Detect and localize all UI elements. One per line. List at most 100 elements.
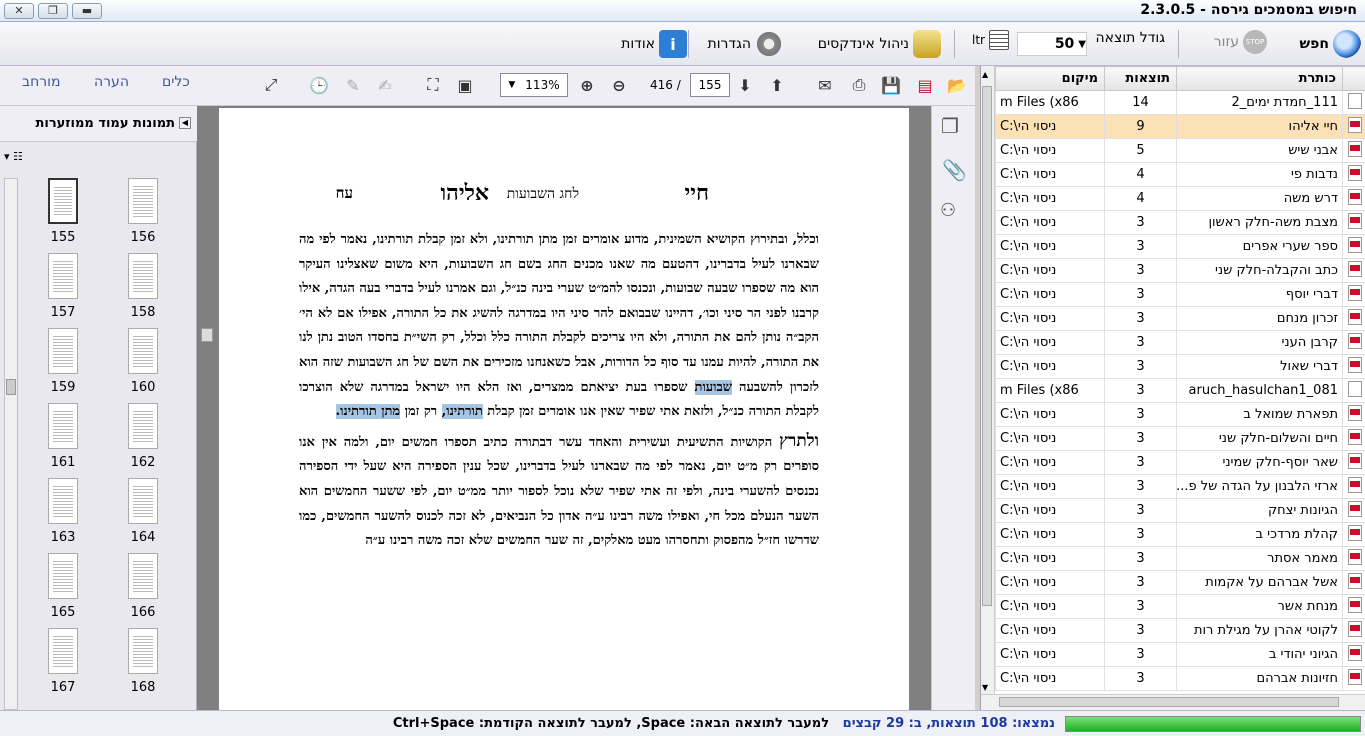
- result-row[interactable]: זכרון מנחם 3 C:\ניסוי הי: [995, 306, 1365, 331]
- result-row[interactable]: תפארת שמואל ב 3 C:\ניסוי הי: [995, 402, 1365, 427]
- ltr-button[interactable]: ltr: [972, 30, 1009, 50]
- index-management-button[interactable]: ניהול אינדקסים: [818, 30, 941, 58]
- page-thumbnail[interactable]: [48, 478, 78, 524]
- result-row[interactable]: חזיונות אברהם 3 C:\ניסוי הי: [995, 666, 1365, 691]
- page-thumbnail[interactable]: [128, 328, 158, 374]
- column-header-count[interactable]: תוצאות: [1104, 66, 1177, 91]
- thumbnails-scrollbar[interactable]: [4, 178, 18, 710]
- page-thumbnail[interactable]: [48, 253, 78, 299]
- result-row[interactable]: חיים והשלום-חלק שני 3 C:\ניסוי הי: [995, 426, 1365, 451]
- result-row[interactable]: מנחת אשר 3 C:\ניסוי הי: [995, 594, 1365, 619]
- minimize-button[interactable]: ▬: [72, 2, 102, 19]
- result-row[interactable]: דברי יוסף 3 C:\ניסוי הי: [995, 282, 1365, 307]
- collapse-panel-icon[interactable]: ◀: [179, 117, 191, 129]
- attachments-button[interactable]: 📎: [942, 158, 967, 182]
- next-page-button[interactable]: ⬇: [732, 72, 758, 98]
- splitter-handle[interactable]: [201, 328, 213, 342]
- result-type-cell: [1342, 498, 1365, 523]
- zoom-out-button[interactable]: ⊖: [606, 72, 632, 98]
- page-thumbnail[interactable]: [48, 553, 78, 599]
- scroll-down-icon[interactable]: ▼: [982, 683, 988, 692]
- result-row[interactable]: לקוטי אהרן על מגילת רות 3 C:\ניסוי הי: [995, 618, 1365, 643]
- result-row[interactable]: אבני שיש 5 C:\ניסוי הי: [995, 138, 1365, 163]
- stop-button[interactable]: STOP עזור: [1214, 30, 1267, 54]
- page-thumbnail[interactable]: [48, 403, 78, 449]
- result-location: m Files (x86: [995, 378, 1105, 403]
- email-button[interactable]: ✉: [812, 72, 838, 98]
- results-vertical-scrollbar[interactable]: ▲ ▼: [981, 66, 995, 694]
- zoom-select[interactable]: ▼ 113%: [500, 73, 568, 97]
- result-size-select[interactable]: ▼ 50: [1017, 32, 1087, 56]
- scroll-thumb[interactable]: [982, 86, 992, 606]
- history-button[interactable]: 🕒: [306, 72, 332, 98]
- edit-button[interactable]: ✍: [372, 72, 398, 98]
- result-row[interactable]: 111_חמדת ימים_2 14 m Files (x86: [995, 90, 1365, 115]
- save-button[interactable]: 💾: [878, 72, 904, 98]
- result-row[interactable]: קרבן העני 3 C:\ניסוי הי: [995, 330, 1365, 355]
- zoom-in-button[interactable]: ⊕: [574, 72, 600, 98]
- tab-comment[interactable]: הערה: [94, 74, 129, 90]
- open-button[interactable]: 📂: [944, 72, 970, 98]
- tab-expanded[interactable]: מורחב: [22, 74, 60, 90]
- prev-page-button[interactable]: ⬆: [764, 72, 790, 98]
- scroll-thumb[interactable]: [6, 379, 16, 395]
- result-row[interactable]: מצבת משה-חלק ראשון 3 C:\ניסוי הי: [995, 210, 1365, 235]
- page-thumbnail[interactable]: [128, 253, 158, 299]
- page-thumbnail[interactable]: [48, 328, 78, 374]
- page-thumbnail[interactable]: [128, 553, 158, 599]
- result-row[interactable]: שאר יוסף-חלק שמיני 3 C:\ניסוי הי: [995, 450, 1365, 475]
- result-row[interactable]: הגיוני יהודי ב 3 C:\ניסוי הי: [995, 642, 1365, 667]
- result-type-cell: [1342, 306, 1365, 331]
- page-thumbnail[interactable]: [48, 628, 78, 674]
- page-number-input[interactable]: 155: [690, 73, 730, 97]
- result-row[interactable]: אשל אברהם על אקמות 3 C:\ניסוי הי: [995, 570, 1365, 595]
- result-row[interactable]: ספר שערי אפרים 3 C:\ניסוי הי: [995, 234, 1365, 259]
- sign-button[interactable]: ✎: [340, 72, 366, 98]
- page-thumbnail[interactable]: [48, 178, 78, 224]
- result-type-cell: [1342, 114, 1365, 139]
- column-header-location[interactable]: מיקום: [995, 66, 1105, 91]
- result-row[interactable]: דרש משה 4 C:\ניסוי הי: [995, 186, 1365, 211]
- page-total: 416 /: [650, 78, 681, 92]
- result-location: C:\ניסוי הי: [995, 570, 1105, 595]
- pages-icon: ❐: [941, 114, 959, 138]
- page-thumbnail[interactable]: [128, 403, 158, 449]
- result-type-cell: [1342, 162, 1365, 187]
- about-button[interactable]: i אודות: [621, 30, 687, 58]
- result-type-cell: [1342, 378, 1365, 403]
- maximize-button[interactable]: ❐: [38, 2, 68, 19]
- create-pdf-button[interactable]: ▤: [912, 72, 938, 98]
- find-button[interactable]: ⚇: [940, 200, 956, 221]
- close-button[interactable]: ✕: [4, 2, 34, 19]
- result-row[interactable]: דברי שאול 3 C:\ניסוי הי: [995, 354, 1365, 379]
- pages-panel-button[interactable]: ❐: [941, 114, 959, 138]
- result-row[interactable]: נדבות פי 4 C:\ניסוי הי: [995, 162, 1365, 187]
- column-header-title[interactable]: כותרת: [1176, 66, 1343, 91]
- result-title: מאמר אסתר: [1176, 546, 1343, 571]
- page-thumbnail[interactable]: [128, 628, 158, 674]
- page-thumbnail[interactable]: [128, 478, 158, 524]
- fullscreen-button[interactable]: ⤢: [258, 72, 284, 98]
- result-row[interactable]: aruch_hasulchan1_081 3 m Files (x86: [995, 378, 1365, 403]
- result-row[interactable]: ארזי הלבנון על הגדה של פ... 3 C:\ניסוי הי: [995, 474, 1365, 499]
- result-row[interactable]: מאמר אסתר 3 C:\ניסוי הי: [995, 546, 1365, 571]
- settings-button[interactable]: הגדרות: [708, 30, 783, 58]
- fit-page-button[interactable]: ⛶: [420, 72, 446, 98]
- result-row[interactable]: הגיונות יצחק 3 C:\ניסוי הי: [995, 498, 1365, 523]
- search-button[interactable]: חפש: [1300, 30, 1361, 58]
- save-copy-button[interactable]: ▣: [452, 72, 478, 98]
- print-button[interactable]: ⎙: [846, 72, 872, 98]
- scroll-up-icon[interactable]: ▲: [982, 70, 988, 79]
- page-thumbnail[interactable]: [128, 178, 158, 224]
- result-row[interactable]: חיי אליהו 9 C:\ניסוי הי: [995, 114, 1365, 139]
- thumb-options-button[interactable]: ▾ ☷: [4, 150, 23, 163]
- status-summary: נמצאו: 108 תוצאות, ב: 29 קבצים: [842, 716, 1055, 731]
- result-title: הגיונות יצחק: [1176, 498, 1343, 523]
- result-location: C:\ניסוי הי: [995, 666, 1105, 691]
- document-viewer[interactable]: חיי לחג השבועות אליהו עח וכלל, ובתירוץ ה…: [197, 106, 931, 710]
- scroll-thumb[interactable]: [999, 697, 1339, 707]
- result-row[interactable]: כתב והקבלה-חלק שני 3 C:\ניסוי הי: [995, 258, 1365, 283]
- results-horizontal-scrollbar[interactable]: [981, 694, 1365, 710]
- tab-tools[interactable]: כלים: [162, 74, 190, 90]
- result-row[interactable]: קהלת מרדכי ב 3 C:\ניסוי הי: [995, 522, 1365, 547]
